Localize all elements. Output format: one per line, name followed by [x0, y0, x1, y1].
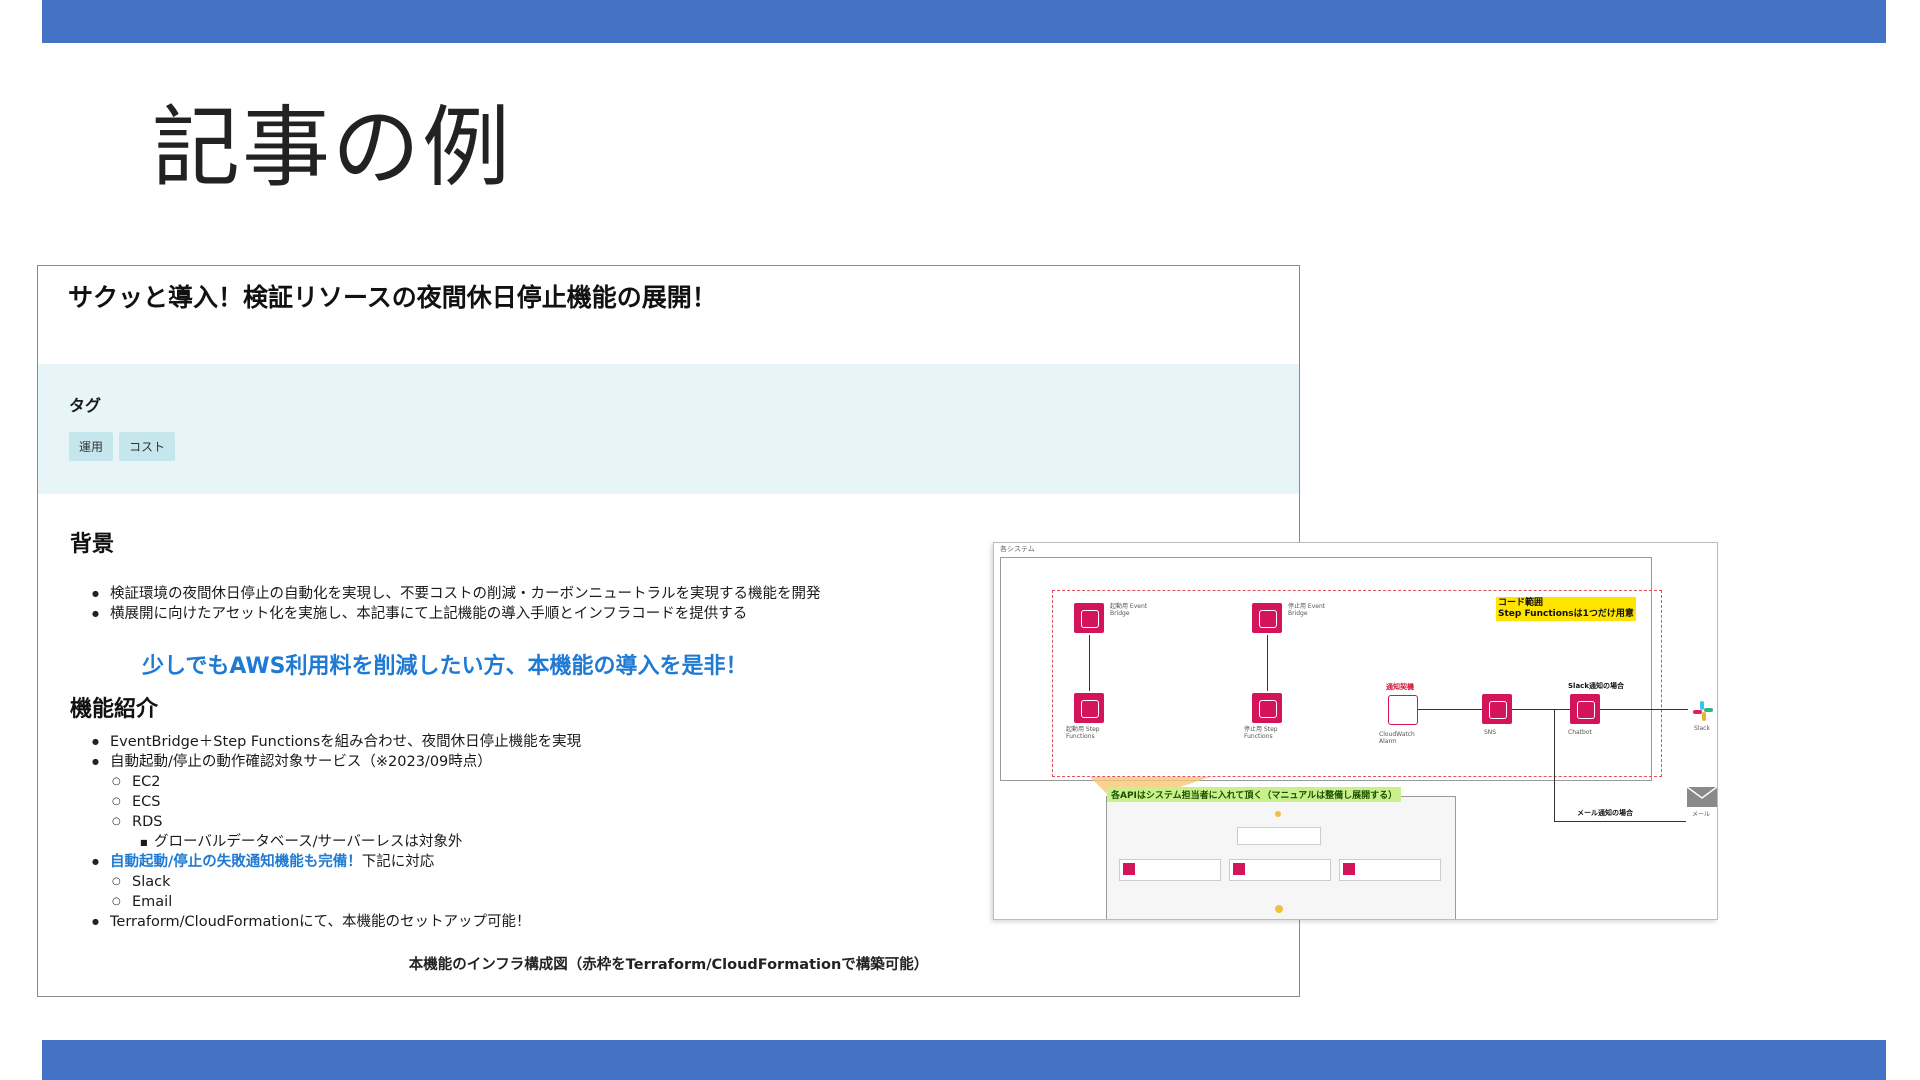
highlight-text: 少しでもAWS利用料を削減したい方、本機能の導入を是非！: [142, 654, 748, 679]
mail-case-label: メール通知の場合: [1577, 809, 1633, 817]
background-list: 検証環境の夜間休日停止の自動化を実現し、不要コストの削減・カーボンニュートラルを…: [92, 584, 821, 624]
eventbridge-start-label: 起動用 Event Bridge: [1110, 603, 1148, 617]
mail-target-label: メール: [1692, 811, 1711, 818]
eventbridge-start-icon: [1074, 603, 1104, 633]
slack-icon: [1693, 701, 1713, 721]
stepfunctions-stop-label: 停止用 Step Functions: [1244, 726, 1278, 740]
chatbot-icon: [1570, 694, 1600, 724]
list-item: Slack: [110, 872, 581, 892]
background-heading: 背景: [70, 532, 115, 557]
chatbot-label: Chatbot: [1568, 729, 1592, 736]
slack-target-label: Slack: [1694, 725, 1710, 732]
slide-title: 記事の例: [152, 96, 513, 199]
list-item: Email: [110, 892, 581, 912]
failure-notice-text: 自動起動/停止の失敗通知機能も完備！: [110, 854, 362, 870]
list-item: EventBridge＋Step Functionsを組み合わせ、夜間休日停止機…: [92, 732, 581, 752]
mail-icon: [1687, 787, 1717, 807]
list-item: EC2: [110, 772, 581, 792]
tag-operations[interactable]: 運用: [69, 432, 114, 461]
flow-node: [1229, 859, 1331, 881]
architecture-diagram: 各システム コード範囲 Step Functionsは1つだけ用意 起動用 Eve…: [993, 542, 1718, 920]
eventbridge-stop-icon: [1252, 603, 1282, 633]
tag-list: 運用 コスト: [69, 432, 176, 461]
features-heading: 機能紹介: [70, 697, 159, 722]
eventbridge-stop-label: 停止用 Event Bridge: [1288, 603, 1326, 617]
cloudwatch-alarm-label: CloudWatch Alarm: [1379, 731, 1415, 745]
cloudwatch-alarm-icon: [1388, 695, 1418, 725]
slack-case-label: Slack通知の場合: [1568, 682, 1624, 690]
list-item: RDS: [110, 812, 581, 832]
list-item: グローバルデータベース/サーバーレスは対象外: [110, 832, 581, 853]
list-item: Terraform/CloudFormationにて、本機能のセットアップ可能！: [92, 912, 581, 932]
stepfunctions-start-icon: [1074, 693, 1104, 723]
stepfunctions-start-label: 起動用 Step Functions: [1066, 726, 1100, 740]
failure-notice-rest: 下記に対応: [361, 854, 435, 870]
sns-icon: [1482, 694, 1512, 724]
flow-node: [1119, 859, 1221, 881]
diagram-caption: 本機能のインフラ構成図（赤枠をTerraform/CloudFormationで…: [408, 957, 929, 973]
api-note: 各APIはシステム担当者に入れて頂く（マニュアルは整備し展開する）: [1107, 787, 1402, 802]
notice-trigger-label: 通知契機: [1386, 683, 1414, 691]
bottom-band: [42, 1040, 1886, 1080]
list-item: 自動起動/停止の動作確認対象サービス（※2023/09時点）: [92, 752, 581, 772]
top-band: [42, 0, 1886, 43]
flow-node: [1237, 827, 1321, 845]
sns-label: SNS: [1484, 729, 1497, 736]
tag-section: タグ 運用 コスト: [38, 364, 1299, 494]
stepfunctions-detail-panel: 各APIはシステム担当者に入れて頂く（マニュアルは整備し展開する）: [1106, 787, 1456, 919]
list-item: 自動起動/停止の失敗通知機能も完備！下記に対応: [92, 852, 581, 872]
features-list: EventBridge＋Step Functionsを組み合わせ、夜間休日停止機…: [92, 732, 581, 932]
stepfunctions-stop-icon: [1252, 693, 1282, 723]
article-title: サクッと導入！検証リソースの夜間休日停止機能の展開！: [68, 283, 717, 312]
flow-node: [1339, 859, 1441, 881]
list-item: 横展開に向けたアセット化を実施し、本記事にて上記機能の導入手順とインフラコードを…: [92, 604, 821, 624]
tags-heading: タグ: [69, 396, 102, 415]
list-item: 検証環境の夜間休日停止の自動化を実現し、不要コストの削減・カーボンニュートラルを…: [92, 584, 820, 604]
diagram-label: 各システム: [1000, 545, 1035, 553]
list-item: ECS: [110, 792, 581, 812]
code-scope-note: コード範囲 Step Functionsは1つだけ用意: [1496, 597, 1636, 621]
tag-cost[interactable]: コスト: [119, 432, 176, 461]
